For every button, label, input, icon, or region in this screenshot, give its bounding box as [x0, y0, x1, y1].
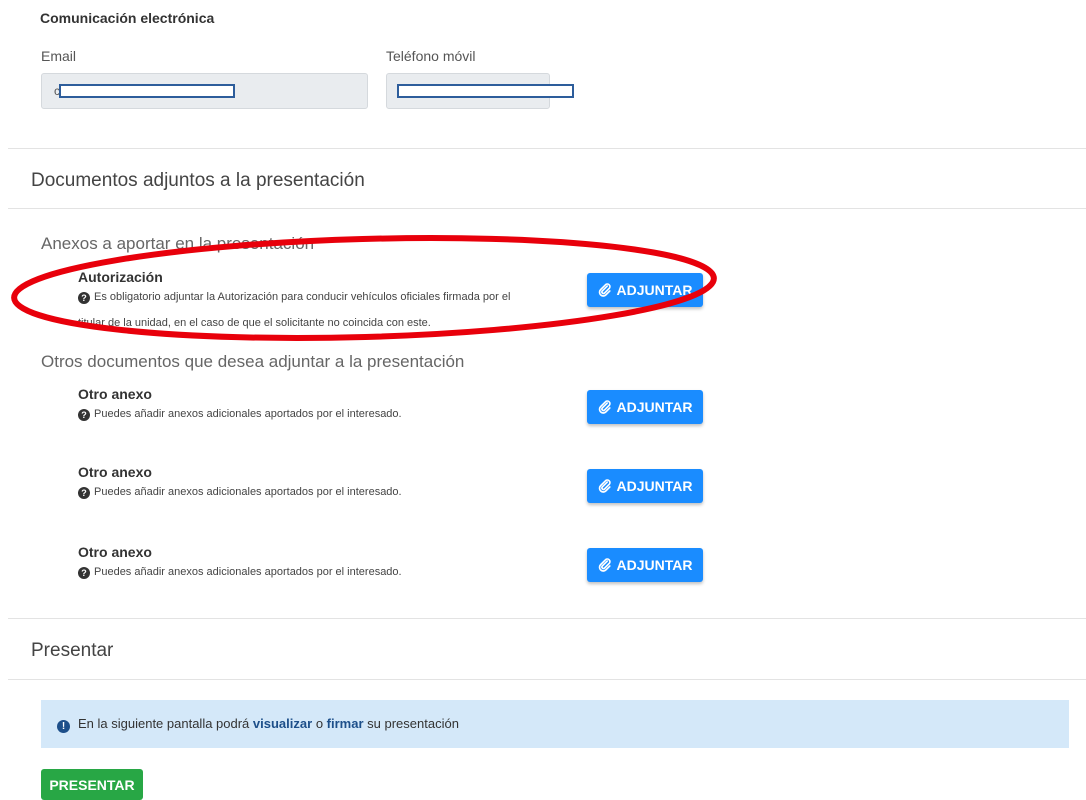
divider — [8, 679, 1086, 680]
info-alert: ! En la siguiente pantalla podrá visualiz… — [41, 700, 1069, 748]
other-doc-item: Otro anexo ? Puedes añadir anexos adicion… — [78, 464, 558, 502]
question-circle-icon: ? — [78, 292, 90, 304]
submit-section-title: Presentar — [31, 640, 114, 661]
attach-other-button-3[interactable]: ADJUNTAR — [587, 548, 703, 582]
attach-other-button-1[interactable]: ADJUNTAR — [587, 390, 703, 424]
info-link-firmar: firmar — [326, 716, 364, 731]
contact-section-title: Comunicación electrónica — [40, 10, 215, 26]
question-circle-icon: ? — [78, 409, 90, 421]
email-redaction-box — [59, 84, 235, 98]
presentar-button[interactable]: PRESENTAR — [41, 769, 143, 800]
paperclip-icon — [598, 479, 611, 493]
paperclip-icon — [598, 400, 611, 414]
other-doc-help-text: Puedes añadir anexos adicionales aportad… — [94, 486, 402, 498]
question-circle-icon: ? — [78, 567, 90, 579]
required-doc-title: Autorización — [78, 269, 163, 285]
exclamation-circle-icon: ! — [57, 720, 70, 733]
required-doc-item: Autorización ? Es obligatorio adjuntar la… — [78, 269, 558, 307]
required-annexes-title: Anexos a aportar en la presentación — [41, 234, 315, 253]
email-label: Email — [41, 48, 77, 64]
divider — [8, 208, 1086, 209]
paperclip-icon — [598, 283, 611, 297]
other-doc-help-text: Puedes añadir anexos adicionales aportad… — [94, 566, 402, 578]
divider — [8, 148, 1086, 149]
info-alert-text: ! En la siguiente pantalla podrá visualiz… — [57, 716, 459, 733]
phone-redaction-box — [397, 84, 574, 98]
info-prefix: En la siguiente pantalla podrá — [78, 716, 250, 731]
info-mid: o — [315, 716, 324, 731]
other-doc-help-text: Puedes añadir anexos adicionales aportad… — [94, 408, 402, 420]
divider — [8, 618, 1086, 619]
other-doc-item: Otro anexo ? Puedes añadir anexos adicion… — [78, 386, 558, 424]
attach-button-label: ADJUNTAR — [616, 557, 693, 573]
phone-label: Teléfono móvil — [386, 48, 476, 64]
other-doc-title: Otro anexo — [78, 464, 152, 480]
other-annexes-title: Otros documentos que desea adjuntar a la… — [41, 352, 465, 371]
paperclip-icon — [598, 558, 611, 572]
attach-button-label: ADJUNTAR — [616, 282, 693, 298]
required-doc-help: ? Es obligatorio adjuntar la Autorización… — [78, 287, 558, 307]
other-doc-help: ? Puedes añadir anexos adicionales aporta… — [78, 482, 558, 502]
attach-other-button-2[interactable]: ADJUNTAR — [587, 469, 703, 503]
attach-button-label: ADJUNTAR — [616, 478, 693, 494]
attachments-section-title: Documentos adjuntos a la presentación — [31, 170, 365, 191]
info-link-visualizar: visualizar — [252, 716, 313, 731]
required-doc-help-line2: titular de la unidad, en el caso de que … — [78, 317, 431, 329]
other-doc-title: Otro anexo — [78, 544, 152, 560]
required-doc-help-line1: Es obligatorio adjuntar la Autorización … — [94, 291, 511, 303]
other-doc-item: Otro anexo ? Puedes añadir anexos adicion… — [78, 544, 558, 582]
other-doc-help: ? Puedes añadir anexos adicionales aporta… — [78, 562, 558, 582]
email-field[interactable]: c — [41, 73, 368, 109]
question-circle-icon: ? — [78, 487, 90, 499]
other-doc-title: Otro anexo — [78, 386, 152, 402]
other-doc-help: ? Puedes añadir anexos adicionales aporta… — [78, 404, 558, 424]
attach-required-button[interactable]: ADJUNTAR — [587, 273, 703, 307]
phone-field[interactable] — [386, 73, 574, 109]
attach-button-label: ADJUNTAR — [616, 399, 693, 415]
info-suffix: su presentación — [367, 716, 459, 731]
